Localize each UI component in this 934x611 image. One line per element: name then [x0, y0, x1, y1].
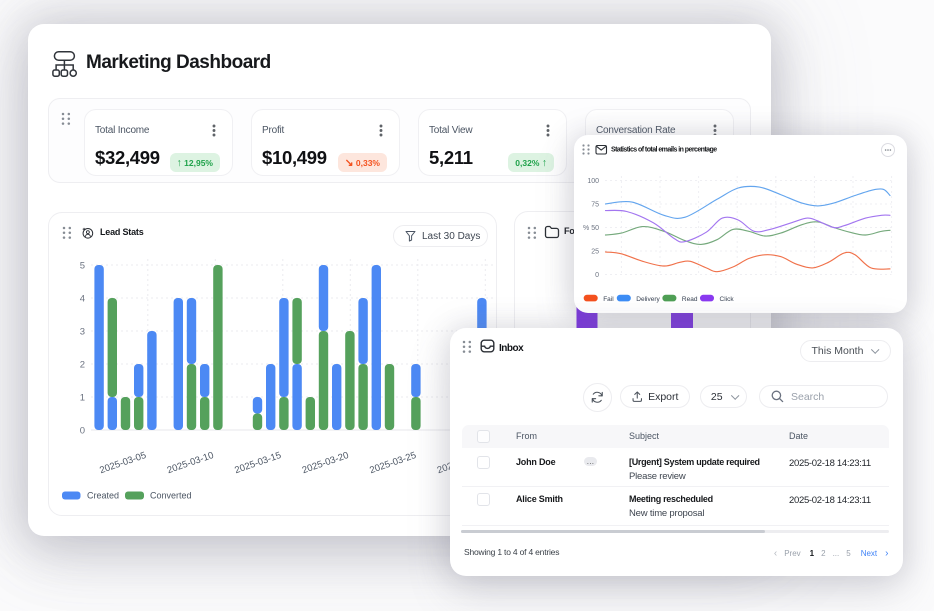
svg-text:100: 100 — [587, 178, 599, 185]
svg-text:50: 50 — [591, 225, 599, 232]
svg-text:Fail: Fail — [603, 296, 614, 303]
svg-text:1: 1 — [80, 393, 85, 404]
svg-text:2025-03-15: 2025-03-15 — [233, 450, 283, 476]
svg-text:Created: Created — [87, 491, 119, 501]
svg-text:3: 3 — [80, 327, 85, 338]
svg-text:4: 4 — [80, 294, 85, 305]
svg-text:2025-03-10: 2025-03-10 — [166, 450, 216, 476]
svg-text:2025-03-25: 2025-03-25 — [368, 450, 418, 476]
svg-text:2025-03-05: 2025-03-05 — [98, 450, 148, 476]
svg-text:75: 75 — [591, 202, 599, 209]
svg-text:25: 25 — [591, 249, 599, 256]
svg-text:Converted: Converted — [150, 491, 192, 501]
svg-text:Statistics of total emails in: Statistics of total emails in percentage — [611, 147, 717, 154]
svg-text:0: 0 — [595, 272, 599, 279]
svg-text:2025-03-20: 2025-03-20 — [301, 450, 351, 476]
svg-text:5: 5 — [80, 261, 85, 272]
svg-text:0: 0 — [80, 426, 85, 437]
svg-text:2: 2 — [80, 360, 85, 371]
svg-text:Read: Read — [682, 296, 698, 303]
svg-text:Click: Click — [720, 296, 735, 303]
svg-text:%: % — [583, 225, 589, 232]
svg-text:Delivery: Delivery — [636, 296, 660, 303]
